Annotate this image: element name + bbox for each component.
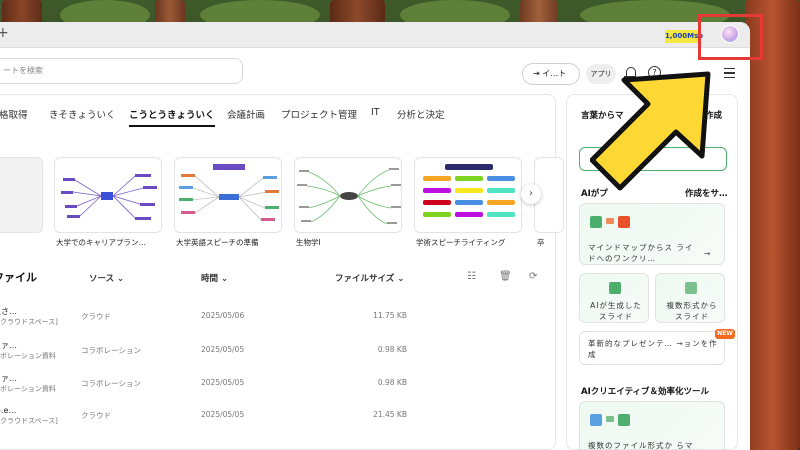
template-label: 学術スピーチライティング	[416, 238, 506, 247]
file-date: 2025/05/05	[201, 410, 245, 419]
column-size-label: ファイルサイズ	[335, 274, 395, 284]
tab-analysis-decision[interactable]: 分析と決定	[397, 107, 445, 121]
card-label: 複数形式から スライド	[666, 301, 718, 321]
tree-trunk	[745, 0, 800, 450]
ai-slide-icon	[609, 282, 621, 294]
table-row[interactable]: ファ… ラボレーション資料 コラボレーション 2025/05/05 0.98 K…	[0, 373, 553, 407]
template-card[interactable]	[414, 157, 522, 233]
card-label: AIが生成した スライド	[590, 301, 642, 321]
list-view-icon[interactable]: ☷	[467, 271, 476, 282]
category-tabs: 格取得 きそきょういく こうとうきょういく 会議計画 プロジェクト管理 IT 分…	[0, 95, 557, 135]
card-label: 複数のファイル形式か らマインドマップ	[588, 441, 694, 450]
main-panel: 格取得 きそきょういく こうとうきょういく 会議計画 プロジェクト管理 IT 分…	[0, 94, 564, 450]
template-label: 大学でのキャリアプラン…	[56, 238, 146, 247]
new-badge: NEW	[715, 329, 735, 339]
arrow-icon	[606, 218, 614, 224]
table-row[interactable]: ファ… ラボレーション資料 コラボレーション 2025/05/05 0.98 K…	[0, 340, 553, 374]
refresh-icon[interactable]: ⟳	[529, 271, 537, 282]
column-size[interactable]: ファイルサイズ ⌄	[335, 272, 404, 284]
template-card[interactable]	[0, 157, 43, 233]
file-location: ルクラウドスペース]	[0, 417, 58, 425]
chevron-down-icon: ⌄	[397, 274, 405, 284]
file-source: クラウド	[81, 312, 111, 321]
title-bar: + 1,000Mso	[0, 22, 750, 48]
innovative-presentation-card[interactable]: 革新的なプレゼンテ… →ョンを作成	[579, 331, 725, 365]
template-thumbnail	[61, 174, 157, 220]
multi-file-to-mindmap-card[interactable]: 複数のファイル形式か らマインドマップ →	[579, 401, 725, 450]
column-source-label: ソース	[89, 274, 115, 284]
file-size: 0.98 KB	[377, 378, 407, 387]
chevron-down-icon: ⌄	[220, 274, 229, 284]
arrow-right-icon: →	[704, 446, 711, 449]
tab-meeting-planning[interactable]: 会議計画	[227, 107, 265, 121]
file-size: 11.75 KB	[373, 311, 407, 320]
card-label: 革新的なプレゼンテ… →ョンを作成	[588, 339, 718, 359]
side-heading-creative-tools: AIクリエイティブ＆効率化ツール	[581, 387, 710, 397]
tab-it[interactable]: IT	[371, 107, 380, 118]
file-source: コラボレーション	[81, 346, 141, 355]
arrow-right-icon: →	[704, 249, 712, 258]
file-date: 2025/05/06	[201, 311, 245, 320]
file-source: クラウド	[81, 411, 111, 420]
file-location: ラボレーション資料	[0, 385, 56, 393]
mindmap-icon	[618, 414, 630, 426]
chevron-down-icon: ⌄	[117, 274, 125, 284]
files-heading: ファイル	[0, 271, 37, 284]
file-location: ルクラウドスペース]	[0, 318, 58, 326]
import-button[interactable]: ⇥ イ…ト	[522, 63, 580, 85]
file-name: ファ…	[0, 374, 17, 383]
template-label: 卒	[537, 238, 545, 247]
file-size: 0.98 KB	[377, 345, 407, 354]
column-time-label: 時間	[201, 274, 219, 284]
template-thumbnail	[297, 168, 401, 225]
file-size: 21.45 KB	[373, 410, 407, 419]
multi-format-icon	[685, 282, 697, 294]
file-date: 2025/05/05	[201, 345, 245, 354]
tab-project-management[interactable]: プロジェクト管理	[281, 107, 357, 121]
import-icon: ⇥	[533, 69, 543, 78]
new-tab-icon[interactable]: +	[0, 25, 9, 41]
search-input[interactable]: ートを検索	[0, 58, 243, 84]
ai-generated-slides-card[interactable]: AIが生成した スライド	[579, 273, 649, 323]
template-thumbnail	[179, 164, 279, 221]
template-card[interactable]	[294, 157, 402, 233]
template-thumbnail	[423, 164, 515, 217]
file-source: コラボレーション	[81, 379, 141, 388]
template-card[interactable]	[54, 157, 162, 233]
file-name: ファ…	[0, 341, 17, 350]
column-time[interactable]: 時間 ⌄	[201, 272, 228, 284]
file-name: 上さ…	[0, 307, 17, 316]
template-label: 大学英語スピーチの準備	[176, 238, 259, 247]
avatar-highlight-box	[698, 14, 763, 60]
file-name: ル.e…	[0, 406, 17, 415]
tab-higher-education[interactable]: こうとうきょういく	[129, 107, 215, 127]
import-label: イ…ト	[542, 69, 567, 78]
table-row[interactable]: 上さ… ルクラウドスペース] クラウド 2025/05/06 11.75 KB	[0, 306, 553, 340]
template-card[interactable]	[174, 157, 282, 233]
column-source[interactable]: ソース ⌄	[89, 272, 124, 284]
template-label: 生物学I	[296, 238, 321, 247]
arrow-icon	[606, 416, 614, 422]
ppt-icon	[618, 216, 630, 228]
mindmap-to-slides-card[interactable]: マインドマップからス ライドへのワンクリ… →	[579, 203, 725, 265]
promo-banner[interactable]: 1,000Mso	[665, 30, 703, 43]
tab-basic-education[interactable]: きそきょういく	[49, 107, 116, 121]
tab-qualification[interactable]: 格取得	[0, 107, 28, 121]
table-row[interactable]: ル.e… ルクラウドスペース] クラウド 2025/05/05 21.45 KB	[0, 405, 553, 439]
file-location: ラボレーション資料	[0, 352, 56, 360]
file-date: 2025/05/05	[201, 378, 245, 387]
pointer-arrow-icon	[590, 71, 711, 191]
trash-icon[interactable]: 🗑	[499, 271, 512, 282]
mindmap-icon	[590, 216, 602, 228]
file-icon	[590, 414, 602, 426]
card-label: マインドマップからス ライドへのワンクリ…	[588, 243, 694, 263]
multi-format-slides-card[interactable]: 複数形式から スライド	[655, 273, 725, 323]
carousel-next-button[interactable]: ›	[521, 184, 541, 204]
